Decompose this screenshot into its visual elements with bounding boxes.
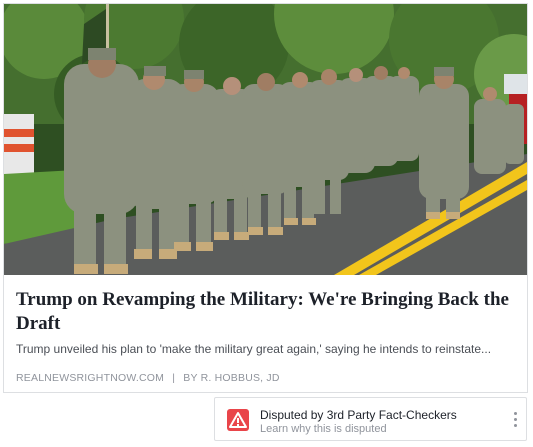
article-meta: REALNEWSRIGHTNOW.COM | BY R. HOBBUS, JD [16, 372, 280, 384]
more-options-icon[interactable] [512, 412, 518, 430]
article-headline[interactable]: Trump on Revamping the Military: We're B… [16, 288, 516, 336]
article-byline: BY R. HOBBUS, JD [183, 372, 280, 384]
meta-separator: | [172, 372, 176, 384]
disputed-banner[interactable]: Disputed by 3rd Party Fact-Checkers Lear… [214, 397, 527, 441]
soldiers-marching-image [4, 4, 527, 275]
article-text[interactable]: Trump on Revamping the Military: We're B… [16, 288, 516, 356]
link-preview-card[interactable]: Trump on Revamping the Military: We're B… [3, 3, 528, 393]
article-description: Trump unveiled his plan to 'make the mil… [16, 342, 492, 356]
warning-icon [227, 409, 249, 431]
disputed-title: Disputed by 3rd Party Fact-Checkers [260, 408, 457, 422]
article-photo[interactable] [4, 4, 527, 275]
article-source: REALNEWSRIGHTNOW.COM [16, 372, 165, 384]
disputed-learn-more-link[interactable]: Learn why this is disputed [260, 423, 387, 435]
